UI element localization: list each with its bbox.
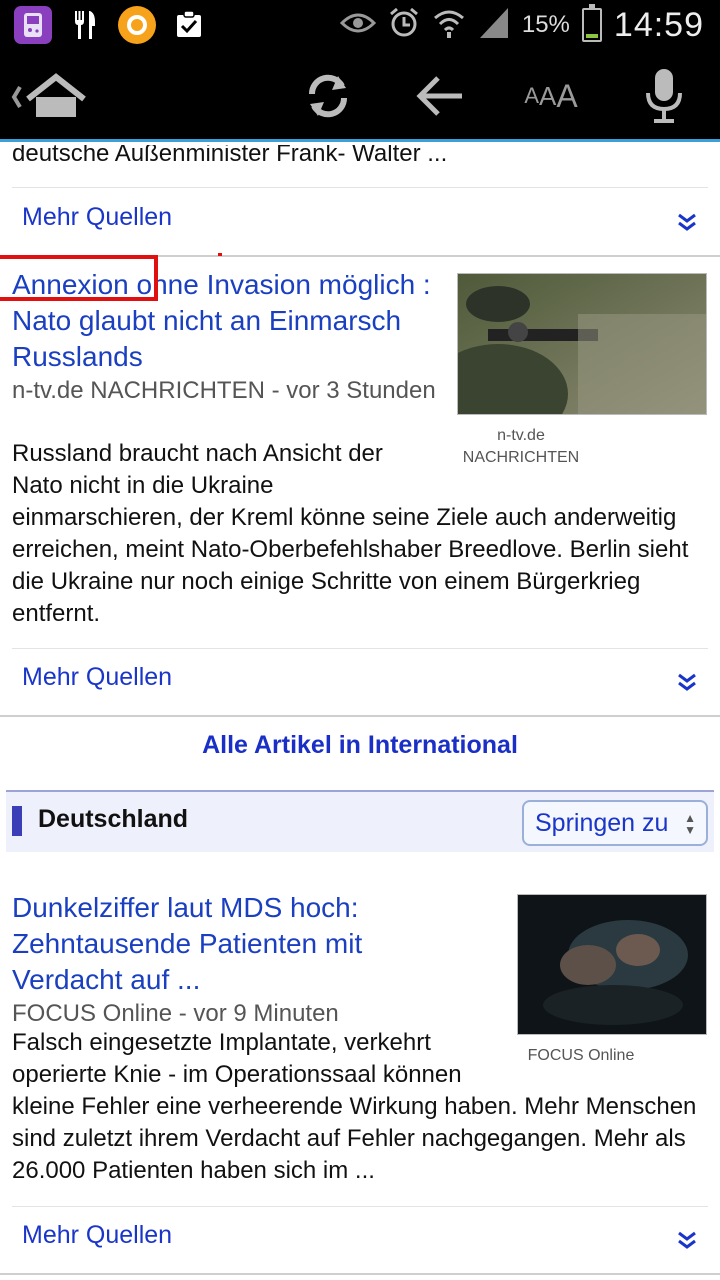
more-sources-link[interactable]: Mehr Quellen [22, 663, 172, 692]
eye-icon [339, 11, 376, 40]
article-snippet: Falsch eingesetzte Implantate, verkehrt o… [12, 1029, 697, 1184]
clipboard-check-icon [170, 6, 208, 44]
back-button[interactable] [408, 64, 472, 128]
signal-icon [478, 6, 510, 45]
section-marker [12, 806, 22, 836]
jump-to-select-value: Springen zu [535, 808, 669, 837]
home-button[interactable] [6, 64, 90, 128]
news-feed: deutsche Außenminister Frank- Walter ...… [0, 145, 720, 1280]
back-arrow-icon [416, 76, 462, 116]
section-title: Deutschland [38, 805, 189, 833]
app-toolbar: AAA [0, 50, 720, 142]
more-sources-link[interactable]: Mehr Quellen [22, 203, 172, 232]
highlight-box [0, 255, 158, 301]
divider [12, 648, 708, 649]
more-sources-link[interactable]: Mehr Quellen [22, 1221, 172, 1250]
article-thumbnail[interactable] [517, 894, 707, 1035]
wifi-icon [432, 6, 466, 45]
article-thumbnail[interactable] [457, 273, 707, 415]
highlight-mark [218, 253, 222, 256]
clock: 14:59 [613, 5, 704, 44]
chevron-down-icon[interactable] [676, 211, 698, 233]
article-snippet: Russland braucht nach Ansicht der Nato ni… [12, 440, 689, 627]
all-articles-link[interactable]: Alle Artikel in International [0, 731, 720, 760]
microphone-button[interactable] [632, 64, 696, 128]
game-icon [14, 6, 52, 44]
home-icon [11, 73, 86, 117]
chevron-down-icon[interactable] [676, 1229, 698, 1251]
divider [12, 1206, 708, 1207]
article-separator [0, 715, 720, 717]
jump-to-select[interactable]: Springen zu ▲ ▼ [522, 800, 708, 846]
article-snippet-block: Russland braucht nach Ansicht der Nato ni… [12, 438, 712, 630]
article-source: FOCUS Online - vor 9 Minuten [12, 1000, 339, 1027]
restaurant-icon [66, 6, 104, 44]
divider [12, 187, 708, 188]
refresh-icon [308, 74, 348, 118]
orange-app-icon [118, 6, 156, 44]
select-arrows-icon: ▲ ▼ [684, 811, 696, 837]
article-separator [0, 1273, 720, 1275]
microphone-icon [646, 69, 682, 123]
section-header: Deutschland Springen zu ▲ ▼ [6, 790, 714, 852]
font-size-button[interactable]: AAA [516, 64, 586, 128]
refresh-button[interactable] [296, 64, 360, 128]
battery-percent: 15% [521, 11, 570, 38]
article-title-link[interactable]: Dunkelziffer laut MDS hoch: Zehntausende… [12, 890, 412, 998]
previous-article-snippet: deutsche Außenminister Frank- Walter ... [12, 145, 448, 167]
status-bar: 15% 14:59 [0, 0, 720, 50]
article-source: n-tv.de NACHRICHTEN - vor 3 Stunden [12, 377, 436, 404]
battery-icon [581, 4, 602, 42]
chevron-down-icon[interactable] [676, 671, 698, 693]
alarm-icon [388, 6, 420, 45]
article-snippet-block: Falsch eingesetzte Implantate, verkehrt o… [12, 1027, 712, 1187]
